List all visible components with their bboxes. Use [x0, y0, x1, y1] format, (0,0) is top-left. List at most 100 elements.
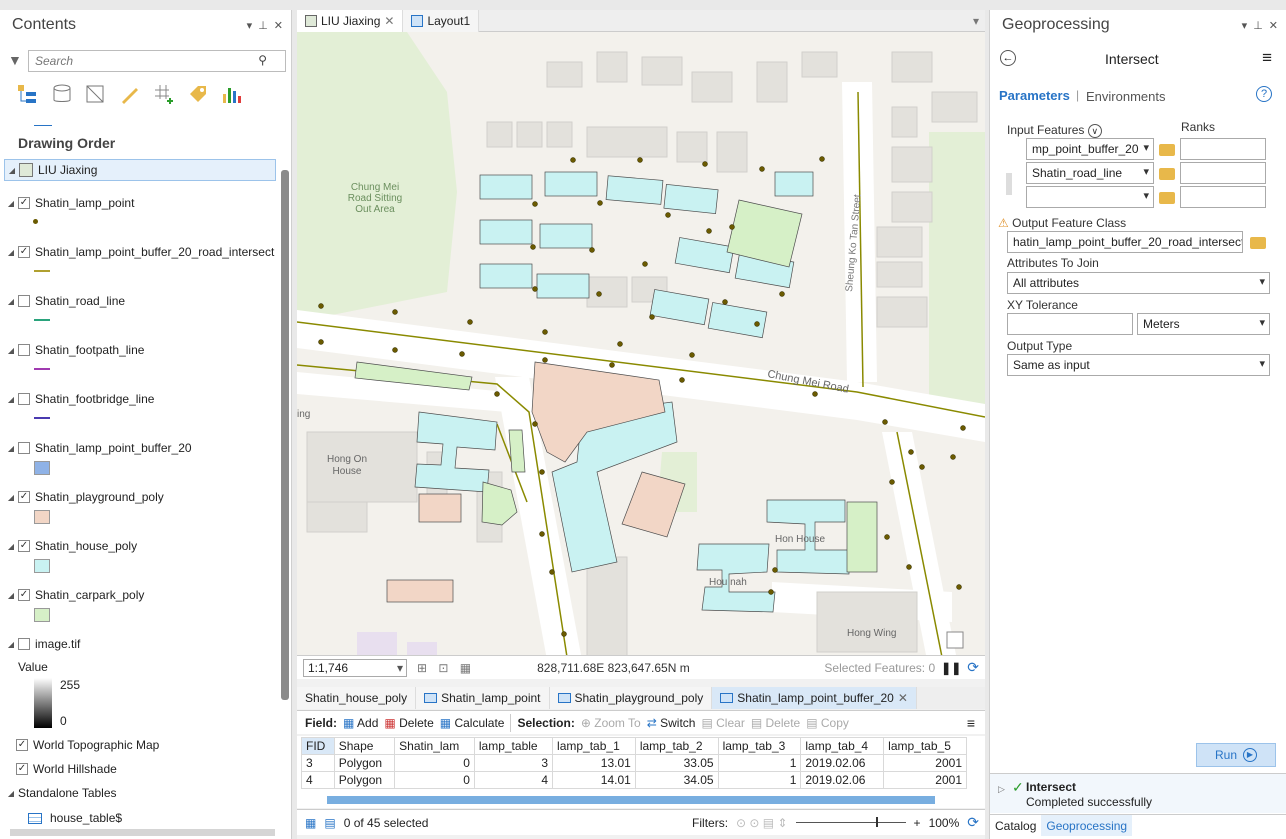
layer-symbol[interactable]: [34, 417, 50, 419]
expand-icon[interactable]: ▷: [998, 784, 1005, 795]
layer-symbol[interactable]: [34, 559, 50, 573]
layer-item[interactable]: ◢ Shatin_lamp_point_buffer_20: [4, 437, 192, 459]
column-header[interactable]: Shatin_lam: [394, 737, 475, 755]
map-node[interactable]: ◢ LIU Jiaxing: [4, 159, 276, 181]
menu-arrow-icon[interactable]: ▾: [1242, 19, 1248, 32]
zoom-to-button[interactable]: ⊕ Zoom To: [581, 716, 641, 730]
pause-icon[interactable]: ❚❚: [941, 661, 961, 675]
column-header[interactable]: Shape: [333, 737, 396, 755]
tab-map[interactable]: LIU Jiaxing ✕: [297, 10, 404, 32]
layer-item[interactable]: ◢ image.tif: [4, 633, 80, 655]
map-canvas[interactable]: Chung Mei Road Sitting Out Area Chung Mei …: [297, 32, 985, 660]
delete-field-button[interactable]: ▦ Delete: [384, 716, 433, 730]
zoom-level[interactable]: 100%: [929, 816, 960, 830]
copy-button[interactable]: ▤ Copy: [806, 716, 849, 730]
input-feature-1[interactable]: mp_point_buffer_20: [1026, 138, 1154, 160]
tabs-menu-icon[interactable]: ▾: [973, 10, 985, 31]
layer-checkbox[interactable]: ✓: [18, 540, 30, 552]
search-input[interactable]: Search ⚲: [28, 50, 286, 72]
result-panel[interactable]: ▷ ✓ Intersect Completed successfully: [990, 773, 1286, 813]
browse-folder-icon[interactable]: [1159, 192, 1175, 204]
tab-environments[interactable]: Environments: [1086, 89, 1165, 104]
snapping-icon[interactable]: [152, 82, 176, 106]
input-feature-2[interactable]: Shatin_road_line: [1026, 162, 1154, 184]
scale-select[interactable]: 1:1,746 ▾: [303, 658, 407, 677]
tab-catalog[interactable]: Catalog: [990, 815, 1041, 836]
xy-tolerance-input[interactable]: [1007, 313, 1133, 335]
table-hscrollbar[interactable]: [327, 796, 935, 804]
map-tools-icons[interactable]: ⊞ ⊡ ▦: [417, 661, 475, 675]
standalone-tables-node[interactable]: ◢ Standalone Tables: [4, 782, 117, 804]
browse-folder-icon[interactable]: [1250, 237, 1266, 249]
table-cell[interactable]: 4: [301, 771, 335, 789]
close-icon[interactable]: ✕: [384, 14, 394, 28]
layer-checkbox[interactable]: [18, 344, 30, 356]
output-feature-class[interactable]: hatin_lamp_point_buffer_20_road_intersec…: [1007, 231, 1243, 253]
table-cell[interactable]: 2019.02.06: [800, 754, 885, 772]
tab-lamp-point[interactable]: Shatin_lamp_point: [416, 687, 550, 709]
drag-handle[interactable]: [1006, 173, 1012, 195]
layer-checkbox[interactable]: ✓: [18, 197, 30, 209]
tab-playground-poly[interactable]: Shatin_playground_poly: [549, 687, 713, 709]
table-menu-icon[interactable]: ≡: [967, 715, 975, 731]
browse-folder-icon[interactable]: [1159, 144, 1175, 156]
column-header[interactable]: FID: [301, 737, 335, 755]
rank-3[interactable]: [1180, 186, 1266, 208]
tab-geoprocessing[interactable]: Geoprocessing: [1041, 815, 1133, 836]
layer-symbol[interactable]: [34, 319, 50, 321]
close-icon[interactable]: ✕: [274, 19, 283, 32]
layer-symbol[interactable]: [34, 510, 50, 524]
table-cell[interactable]: 1: [717, 754, 802, 772]
column-header[interactable]: lamp_table: [473, 737, 554, 755]
help-icon[interactable]: ?: [1256, 86, 1272, 102]
clear-button[interactable]: ▤ Clear: [701, 716, 744, 730]
filter-icons[interactable]: ⊙ ⊙ ▤ ⇕: [736, 816, 788, 830]
rank-2[interactable]: [1180, 162, 1266, 184]
run-button[interactable]: Run ▶: [1196, 743, 1276, 767]
table-cell[interactable]: 14.01: [552, 771, 636, 789]
menu-arrow-icon[interactable]: ▾: [247, 19, 253, 32]
checkbox[interactable]: ✓: [16, 763, 28, 775]
zoom-slider[interactable]: [795, 817, 906, 827]
data-source-icon[interactable]: [50, 82, 74, 106]
pin-icon[interactable]: ⊥: [258, 19, 268, 32]
basemap-hillshade[interactable]: ✓ World Hillshade: [16, 758, 117, 780]
layer-checkbox[interactable]: [18, 295, 30, 307]
table-row[interactable]: 3 Polygon 0 3 13.01 33.05 1 2019.02.06 2001: [301, 754, 967, 772]
layer-item[interactable]: ◢ Shatin_footbridge_line: [4, 388, 155, 410]
drawing-order-icon[interactable]: [16, 82, 40, 106]
charts-icon[interactable]: [220, 82, 244, 106]
table-cell[interactable]: 2019.02.06: [800, 771, 885, 789]
layer-checkbox[interactable]: ✓: [18, 589, 30, 601]
layer-symbol[interactable]: [33, 219, 38, 224]
layer-checkbox[interactable]: ✓: [18, 246, 30, 258]
table-cell[interactable]: 1: [717, 771, 802, 789]
column-header[interactable]: lamp_tab_4: [800, 737, 885, 755]
table-node[interactable]: house_table$: [28, 807, 122, 829]
input-feature-3[interactable]: [1026, 186, 1154, 208]
calculate-field-button[interactable]: ▦ Calculate: [440, 716, 505, 730]
layer-symbol[interactable]: [34, 461, 50, 475]
pin-icon[interactable]: ⊥: [1253, 19, 1263, 32]
column-header[interactable]: lamp_tab_2: [634, 737, 719, 755]
table-cell[interactable]: Polygon: [333, 754, 396, 772]
browse-folder-icon[interactable]: [1159, 168, 1175, 180]
switch-button[interactable]: ⇄ Switch: [647, 716, 696, 730]
layer-item[interactable]: ◢ ✓ Shatin_carpark_poly: [4, 584, 144, 606]
layer-checkbox[interactable]: ✓: [18, 491, 30, 503]
attributes-select[interactable]: All attributes: [1007, 272, 1270, 294]
map-legend-icon[interactable]: [946, 631, 964, 649]
tab-layout[interactable]: Layout1: [403, 10, 480, 32]
layer-symbol[interactable]: [34, 270, 50, 272]
delete-selection-button[interactable]: ▤ Delete: [751, 716, 800, 730]
table-cell[interactable]: 34.05: [634, 771, 719, 789]
layer-checkbox[interactable]: [18, 638, 30, 650]
layer-item[interactable]: ◢ ✓ Shatin_lamp_point_buffer_20_road_inter…: [4, 241, 274, 263]
layer-checkbox[interactable]: [18, 393, 30, 405]
table-cell[interactable]: 0: [394, 771, 475, 789]
tab-lamp-buffer[interactable]: Shatin_lamp_point_buffer_20 ✕: [712, 687, 917, 709]
xy-unit-select[interactable]: Meters: [1137, 313, 1270, 335]
layer-item[interactable]: ◢ ✓ Shatin_house_poly: [4, 535, 137, 557]
table-cell[interactable]: Polygon: [333, 771, 396, 789]
tab-house-poly[interactable]: Shatin_house_poly: [297, 687, 417, 709]
